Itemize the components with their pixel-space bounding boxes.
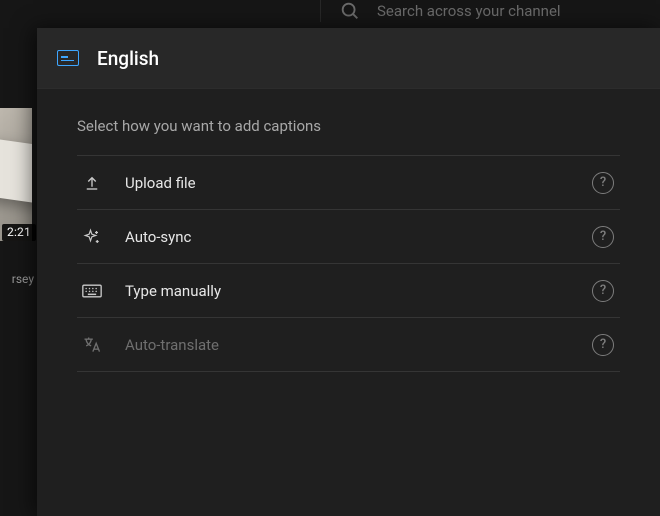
search-placeholder: Search across your channel xyxy=(377,2,561,20)
upload-icon xyxy=(81,174,103,192)
captions-dialog: English Select how you want to add capti… xyxy=(37,28,660,516)
dialog-header: English xyxy=(37,28,660,88)
help-icon[interactable]: ? xyxy=(592,334,614,356)
help-icon[interactable]: ? xyxy=(592,172,614,194)
option-upload-file[interactable]: Upload file ? xyxy=(77,156,620,210)
help-icon[interactable]: ? xyxy=(592,226,614,248)
video-title-fragment: rsey xyxy=(0,272,34,286)
option-auto-sync[interactable]: Auto-sync ? xyxy=(77,210,620,264)
caption-options-list: Upload file ? Auto-sync ? xyxy=(77,155,620,372)
translate-icon xyxy=(81,335,103,355)
sparkle-icon xyxy=(81,228,103,246)
option-label: Auto-sync xyxy=(125,228,570,246)
video-thumbnail[interactable] xyxy=(0,108,32,241)
search-icon xyxy=(339,0,361,22)
dialog-prompt: Select how you want to add captions xyxy=(77,117,620,135)
option-auto-translate: Auto-translate ? xyxy=(77,318,620,372)
dialog-body: Select how you want to add captions Uplo… xyxy=(37,88,660,516)
option-label: Auto-translate xyxy=(125,336,570,354)
help-icon[interactable]: ? xyxy=(592,280,614,302)
subtitles-icon xyxy=(57,50,79,66)
search-bar[interactable]: Search across your channel xyxy=(320,0,660,22)
option-type-manually[interactable]: Type manually ? xyxy=(77,264,620,318)
option-label: Type manually xyxy=(125,282,570,300)
dialog-title: English xyxy=(97,47,159,70)
video-duration-badge: 2:21 xyxy=(2,224,36,241)
keyboard-icon xyxy=(81,284,103,298)
option-label: Upload file xyxy=(125,174,570,192)
